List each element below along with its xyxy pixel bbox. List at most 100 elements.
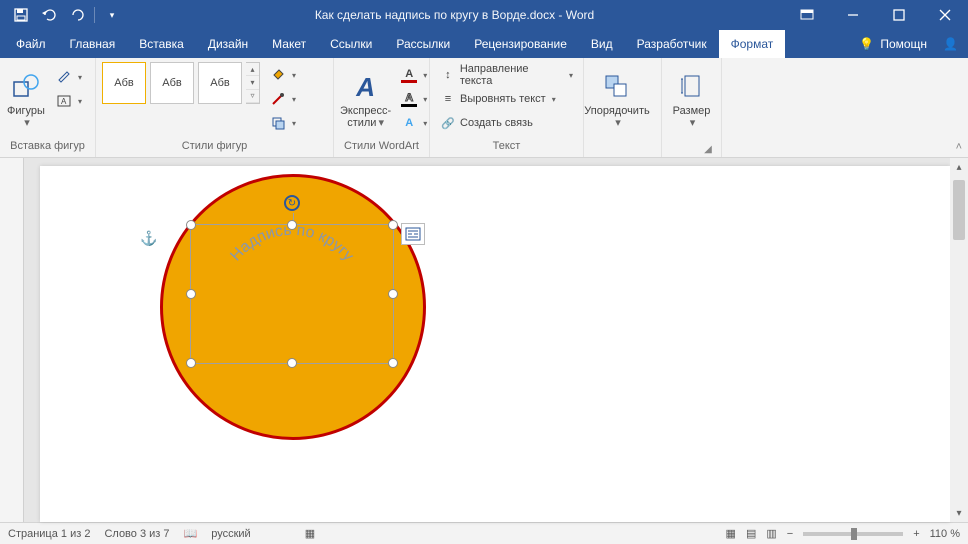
- shape-fill-button[interactable]: ▾: [266, 64, 300, 86]
- anchor-icon: ⚓: [140, 230, 157, 247]
- tab-home[interactable]: Главная: [58, 30, 128, 58]
- web-layout-button[interactable]: ▥: [766, 527, 776, 540]
- tab-layout[interactable]: Макет: [260, 30, 318, 58]
- shape-style-gallery[interactable]: Абв Абв Абв ▴▾▿: [102, 62, 260, 104]
- scroll-thumb[interactable]: [953, 180, 965, 240]
- resize-handle-bl[interactable]: [186, 358, 196, 368]
- minimize-button[interactable]: [830, 0, 876, 30]
- rotate-handle[interactable]: ↻: [284, 195, 300, 211]
- maximize-icon: [893, 9, 905, 21]
- text-box-shape[interactable]: Надпись по кругу ↻: [190, 224, 394, 364]
- tab-developer[interactable]: Разработчик: [625, 30, 719, 58]
- language-status[interactable]: русский: [211, 528, 250, 540]
- page-status[interactable]: Страница 1 из 2: [8, 528, 90, 540]
- fill-icon: [270, 67, 286, 83]
- text-box-icon: A: [56, 93, 72, 109]
- shape-outline-button[interactable]: ▾: [266, 88, 300, 110]
- window-title: Как сделать надпись по кругу в Ворде.doc…: [125, 8, 784, 22]
- close-icon: [939, 9, 951, 21]
- size-icon: [676, 71, 708, 103]
- word-count[interactable]: Слово 3 из 7: [104, 528, 169, 540]
- link-icon: 🔗: [440, 115, 456, 131]
- share-icon[interactable]: 👤: [943, 37, 958, 51]
- resize-handle-ml[interactable]: [186, 289, 196, 299]
- edit-shape-button[interactable]: ▾: [52, 66, 86, 88]
- resize-handle-bm[interactable]: [287, 358, 297, 368]
- macro-icon[interactable]: ▦: [305, 527, 315, 540]
- zoom-slider[interactable]: [803, 532, 903, 536]
- resize-handle-br[interactable]: [388, 358, 398, 368]
- redo-button[interactable]: [64, 3, 90, 27]
- text-direction-button[interactable]: ↕Направление текста▾: [436, 64, 577, 86]
- save-button[interactable]: [8, 3, 34, 27]
- resize-handle-tm[interactable]: [287, 220, 297, 230]
- zoom-out-button[interactable]: −: [787, 528, 793, 540]
- text-fill-button[interactable]: A▾: [397, 64, 431, 86]
- text-direction-icon: ↕: [440, 67, 456, 83]
- group-wordart-styles: A Экспресс- стили▾ A▾ A▾ A▾ Стили WordAr…: [334, 58, 430, 157]
- text-box-button[interactable]: A▾: [52, 90, 86, 112]
- layout-options-button[interactable]: [401, 223, 425, 245]
- print-layout-button[interactable]: ▤: [746, 527, 756, 540]
- workspace: ⚓ Надпись по кругу ↻ ▴ ▾: [0, 158, 968, 522]
- qat-customize[interactable]: ▾: [99, 3, 125, 27]
- maximize-button[interactable]: [876, 0, 922, 30]
- gallery-expand[interactable]: ▴▾▿: [246, 62, 260, 104]
- tab-mailings[interactable]: Рассылки: [384, 30, 462, 58]
- quick-styles-button[interactable]: A Экспресс- стили▾: [340, 62, 391, 138]
- ribbon-options-button[interactable]: [784, 0, 830, 30]
- undo-icon: [41, 8, 57, 22]
- tab-design[interactable]: Дизайн: [196, 30, 260, 58]
- document-page[interactable]: ⚓ Надпись по кругу ↻: [40, 166, 950, 522]
- title-bar: ▾ Как сделать надпись по кругу в Ворде.d…: [0, 0, 968, 30]
- shapes-label: Фигуры: [7, 105, 45, 117]
- scroll-up-button[interactable]: ▴: [950, 158, 968, 176]
- close-button[interactable]: [922, 0, 968, 30]
- separator: [94, 7, 95, 23]
- vertical-scrollbar[interactable]: ▴ ▾: [950, 158, 968, 522]
- shape-style-thumb-3[interactable]: Абв: [198, 62, 242, 104]
- zoom-level[interactable]: 110 %: [930, 528, 960, 540]
- align-text-button[interactable]: ≡Выровнять текст▾: [436, 88, 577, 110]
- wordart-icon: A: [350, 71, 382, 103]
- resize-handle-tr[interactable]: [388, 220, 398, 230]
- tab-insert[interactable]: Вставка: [127, 30, 196, 58]
- edit-shape-icon: [56, 69, 72, 85]
- shape-style-thumb-1[interactable]: Абв: [102, 62, 146, 104]
- align-text-icon: ≡: [440, 91, 456, 107]
- resize-handle-mr[interactable]: [388, 289, 398, 299]
- dialog-launcher-size[interactable]: ◢: [703, 143, 713, 153]
- read-mode-button[interactable]: ▦: [726, 527, 736, 540]
- group-shape-styles: Абв Абв Абв ▴▾▿ ▾ ▾ ▾ Стили фигур: [96, 58, 334, 157]
- tab-view[interactable]: Вид: [579, 30, 625, 58]
- create-link-button[interactable]: 🔗Создать связь: [436, 112, 577, 134]
- spell-check-icon[interactable]: 📖: [184, 527, 198, 540]
- size-button[interactable]: Размер▾: [668, 62, 715, 138]
- tell-me-label[interactable]: Помощн: [880, 37, 927, 51]
- layout-options-icon: [405, 227, 421, 241]
- save-icon: [14, 8, 28, 22]
- zoom-in-button[interactable]: +: [913, 528, 919, 540]
- tab-format[interactable]: Формат: [719, 30, 786, 58]
- shapes-button[interactable]: Фигуры ▾: [6, 62, 46, 138]
- text-effects-button[interactable]: A▾: [397, 112, 431, 134]
- scroll-down-button[interactable]: ▾: [950, 504, 968, 522]
- tab-references[interactable]: Ссылки: [318, 30, 384, 58]
- effects-icon: [270, 115, 286, 131]
- arrange-button[interactable]: Упорядочить▾: [590, 62, 644, 138]
- shape-effects-button[interactable]: ▾: [266, 112, 300, 134]
- shape-style-thumb-2[interactable]: Абв: [150, 62, 194, 104]
- tab-review[interactable]: Рецензирование: [462, 30, 579, 58]
- undo-button[interactable]: [36, 3, 62, 27]
- tab-file[interactable]: Файл: [4, 30, 58, 58]
- ribbon-display-icon: [800, 9, 814, 21]
- collapse-ribbon-button[interactable]: ˄: [956, 141, 962, 153]
- ribbon: Фигуры ▾ ▾ A▾ Вставка фигур Абв Абв Абв …: [0, 58, 968, 158]
- resize-handle-tl[interactable]: [186, 220, 196, 230]
- group-label-shape-styles: Стили фигур: [102, 139, 327, 155]
- text-outline-button[interactable]: A▾: [397, 88, 431, 110]
- outline-icon: [270, 91, 286, 107]
- text-fill-icon: A: [401, 67, 417, 83]
- minimize-icon: [847, 9, 859, 21]
- ribbon-tabs: Файл Главная Вставка Дизайн Макет Ссылки…: [0, 30, 968, 58]
